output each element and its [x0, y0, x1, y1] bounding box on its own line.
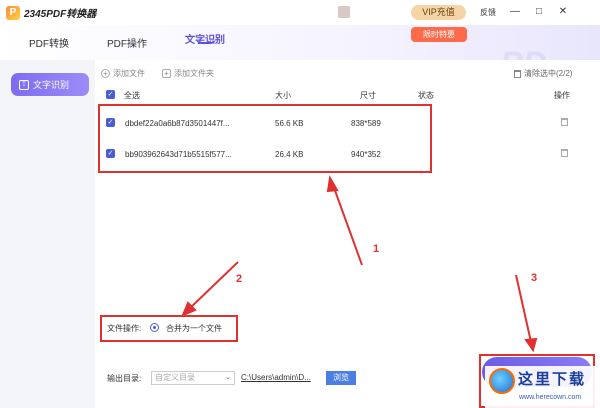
annotation-number-2: 2 — [236, 273, 243, 285]
arrow-3 — [515, 274, 532, 343]
watermark-text: 这里下载 — [518, 371, 587, 388]
watermark-logo-icon — [489, 368, 515, 394]
annotation-number-3: 3 — [531, 272, 538, 284]
annotation-arrows — [181, 175, 538, 353]
watermark-url: www.herecown.com — [519, 394, 582, 401]
arrow-1-head — [326, 175, 339, 193]
arrow-2 — [187, 261, 239, 311]
arrow-3-head — [524, 337, 538, 353]
annotation-number-1: 1 — [373, 243, 380, 255]
arrow-1 — [332, 184, 363, 266]
